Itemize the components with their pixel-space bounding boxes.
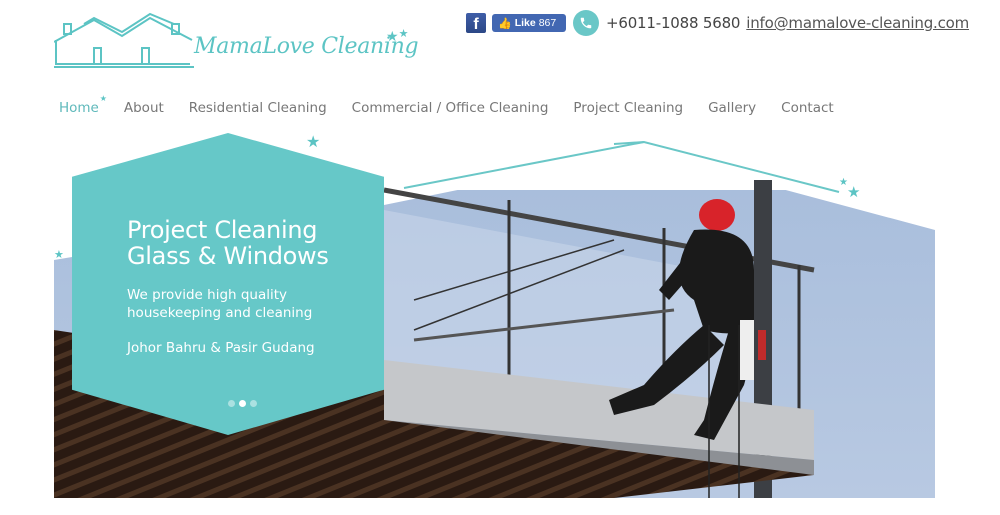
hero-title-line: Glass & Windows	[127, 242, 329, 270]
facebook-icon[interactable]: f	[466, 13, 486, 33]
slider-pagination	[228, 400, 257, 407]
hero-title-line: Project Cleaning	[127, 216, 318, 244]
nav-item-commercial-office-cleaning[interactable]: Commercial / Office Cleaning	[352, 100, 549, 116]
like-count: 867	[538, 17, 557, 29]
hero-caption-hexagon: Project Cleaning Glass & Windows We prov…	[72, 133, 384, 435]
hero-title: Project Cleaning Glass & Windows	[127, 217, 329, 269]
hero-location: Johor Bahru & Pasir Gudang	[127, 340, 315, 356]
hero-subtitle-line: housekeeping and cleaning	[127, 305, 313, 321]
like-label: Like	[514, 17, 536, 29]
phone-icon	[573, 10, 599, 36]
star-icon: ★	[99, 94, 107, 103]
email-link[interactable]: info@mamalove-cleaning.com	[746, 14, 969, 32]
nav-item-about[interactable]: About	[124, 100, 164, 116]
star-icon: ★	[847, 184, 861, 201]
star-icon: ★★	[386, 28, 409, 44]
star-icon: ★	[54, 249, 64, 261]
nav-item-gallery[interactable]: Gallery	[708, 100, 756, 116]
contact-bar: f 👍 Like 867 +6011-1088 5680 info@mamalo…	[466, 10, 969, 36]
nav-item-home[interactable]: Home ★	[59, 94, 107, 116]
slider-dot-3[interactable]	[250, 400, 257, 407]
slider-dot-1[interactable]	[228, 400, 235, 407]
hero-slider: ★ ★ ★ ★ Project Cleaning Glass & Windows…	[54, 130, 935, 498]
nav-item-contact[interactable]: Contact	[781, 100, 834, 116]
star-icon: ★	[306, 134, 321, 151]
main-nav: Home ★ About Residential Cleaning Commerc…	[59, 94, 859, 116]
hero-subtitle: We provide high quality housekeeping and…	[127, 286, 312, 322]
hero-subtitle-line: We provide high quality	[127, 287, 288, 303]
phone-number: +6011-1088 5680	[606, 14, 741, 32]
thumbs-up-icon: 👍	[498, 17, 512, 30]
site-logo[interactable]: MamaLove Cleaning ★★	[54, 10, 419, 72]
logo-text: MamaLove Cleaning	[194, 34, 419, 59]
nav-label: Home	[59, 100, 99, 116]
nav-item-project-cleaning[interactable]: Project Cleaning	[573, 100, 683, 116]
nav-item-residential-cleaning[interactable]: Residential Cleaning	[189, 100, 327, 116]
slider-dot-2[interactable]	[239, 400, 246, 407]
facebook-like-button[interactable]: 👍 Like 867	[492, 14, 566, 32]
